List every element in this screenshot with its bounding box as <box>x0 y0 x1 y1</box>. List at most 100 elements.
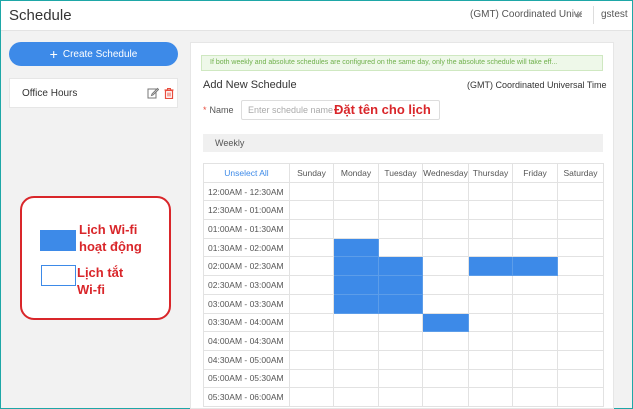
schedule-cell[interactable] <box>512 275 558 295</box>
schedule-cell[interactable] <box>289 256 334 277</box>
day-header-saturday[interactable]: Saturday <box>557 163 604 183</box>
timezone-select[interactable]: (GMT) Coordinated Univer <box>470 9 582 20</box>
chevron-down-icon[interactable] <box>574 14 582 18</box>
time-slot-label[interactable]: 05:30AM - 06:00AM <box>203 387 290 407</box>
schedule-cell[interactable] <box>512 200 558 221</box>
schedule-cell[interactable] <box>557 181 604 202</box>
schedule-cell[interactable] <box>422 200 469 221</box>
edit-icon[interactable] <box>147 87 159 99</box>
schedule-cell-active[interactable] <box>468 256 513 277</box>
time-slot-label[interactable]: 04:30AM - 05:00AM <box>203 349 290 370</box>
schedule-cell[interactable] <box>422 219 469 239</box>
schedule-cell[interactable] <box>378 237 423 258</box>
schedule-cell[interactable] <box>512 219 558 239</box>
schedule-cell[interactable] <box>333 181 379 202</box>
schedule-cell[interactable] <box>289 200 334 221</box>
time-slot-label[interactable]: 02:30AM - 03:00AM <box>203 275 290 295</box>
schedule-cell[interactable] <box>557 293 604 314</box>
schedule-cell[interactable] <box>378 387 423 407</box>
schedule-cell[interactable] <box>333 331 379 351</box>
schedule-cell[interactable] <box>468 275 513 295</box>
schedule-cell-active[interactable] <box>378 293 423 314</box>
schedule-cell[interactable] <box>468 349 513 370</box>
schedule-cell[interactable] <box>289 387 334 407</box>
schedule-cell[interactable] <box>289 275 334 295</box>
schedule-cell-active[interactable] <box>422 312 469 333</box>
schedule-cell[interactable] <box>512 312 558 333</box>
schedule-cell[interactable] <box>333 368 379 389</box>
schedule-cell[interactable] <box>378 331 423 351</box>
day-header-tuesday[interactable]: Tuesday <box>378 163 423 183</box>
schedule-cell[interactable] <box>557 200 604 221</box>
time-slot-label[interactable]: 01:30AM - 02:00AM <box>203 237 290 258</box>
schedule-cell-active[interactable] <box>333 293 379 314</box>
schedule-cell[interactable] <box>378 219 423 239</box>
schedule-cell[interactable] <box>557 349 604 370</box>
schedule-cell[interactable] <box>557 275 604 295</box>
schedule-cell[interactable] <box>422 237 469 258</box>
schedule-cell[interactable] <box>468 312 513 333</box>
tab-weekly[interactable]: Weekly <box>203 134 603 152</box>
schedule-cell[interactable] <box>557 312 604 333</box>
day-header-wednesday[interactable]: Wednesday <box>422 163 469 183</box>
schedule-cell[interactable] <box>289 237 334 258</box>
schedule-cell[interactable] <box>468 331 513 351</box>
schedule-cell-active[interactable] <box>378 256 423 277</box>
schedule-cell[interactable] <box>422 349 469 370</box>
schedule-cell[interactable] <box>378 312 423 333</box>
user-menu[interactable]: gstest <box>601 9 628 20</box>
trash-icon[interactable] <box>163 87 175 99</box>
schedule-cell-active[interactable] <box>333 237 379 258</box>
schedule-cell[interactable] <box>557 331 604 351</box>
schedule-cell[interactable] <box>422 331 469 351</box>
create-schedule-button[interactable]: + Create Schedule <box>9 42 178 66</box>
schedule-cell[interactable] <box>289 368 334 389</box>
schedule-cell[interactable] <box>468 181 513 202</box>
schedule-cell[interactable] <box>422 368 469 389</box>
schedule-cell[interactable] <box>468 219 513 239</box>
schedule-cell[interactable] <box>468 200 513 221</box>
schedule-cell[interactable] <box>333 349 379 370</box>
schedule-cell[interactable] <box>378 368 423 389</box>
schedule-cell-active[interactable] <box>378 275 423 295</box>
schedule-cell[interactable] <box>333 387 379 407</box>
schedule-cell[interactable] <box>333 312 379 333</box>
schedule-cell[interactable] <box>422 256 469 277</box>
schedule-cell[interactable] <box>333 219 379 239</box>
schedule-cell[interactable] <box>289 331 334 351</box>
time-slot-label[interactable]: 02:00AM - 02:30AM <box>203 256 290 277</box>
schedule-cell[interactable] <box>289 312 334 333</box>
schedule-cell[interactable] <box>557 387 604 407</box>
schedule-cell[interactable] <box>289 219 334 239</box>
schedule-cell[interactable] <box>422 387 469 407</box>
schedule-cell[interactable] <box>468 293 513 314</box>
schedule-cell[interactable] <box>557 237 604 258</box>
schedule-cell[interactable] <box>289 349 334 370</box>
schedule-cell[interactable] <box>289 293 334 314</box>
schedule-cell[interactable] <box>378 349 423 370</box>
day-header-friday[interactable]: Friday <box>512 163 558 183</box>
schedule-cell[interactable] <box>557 219 604 239</box>
schedule-cell-active[interactable] <box>512 256 558 277</box>
day-header-monday[interactable]: Monday <box>333 163 379 183</box>
time-slot-label[interactable]: 03:00AM - 03:30AM <box>203 293 290 314</box>
schedule-cell[interactable] <box>512 181 558 202</box>
schedule-cell[interactable] <box>512 349 558 370</box>
schedule-cell[interactable] <box>333 200 379 221</box>
schedule-cell[interactable] <box>378 181 423 202</box>
schedule-cell[interactable] <box>557 368 604 389</box>
time-slot-label[interactable]: 01:00AM - 01:30AM <box>203 219 290 239</box>
schedule-cell[interactable] <box>512 237 558 258</box>
time-slot-label[interactable]: 12:30AM - 01:00AM <box>203 200 290 221</box>
schedule-list-item[interactable]: Office Hours <box>9 78 178 108</box>
schedule-cell[interactable] <box>468 387 513 407</box>
schedule-cell-active[interactable] <box>333 275 379 295</box>
unselect-all-button[interactable]: Unselect All <box>203 163 290 183</box>
time-slot-label[interactable]: 05:00AM - 05:30AM <box>203 368 290 389</box>
schedule-cell[interactable] <box>512 387 558 407</box>
schedule-cell[interactable] <box>422 293 469 314</box>
schedule-cell[interactable] <box>468 368 513 389</box>
day-header-sunday[interactable]: Sunday <box>289 163 334 183</box>
time-slot-label[interactable]: 04:00AM - 04:30AM <box>203 331 290 351</box>
time-slot-label[interactable]: 03:30AM - 04:00AM <box>203 312 290 333</box>
